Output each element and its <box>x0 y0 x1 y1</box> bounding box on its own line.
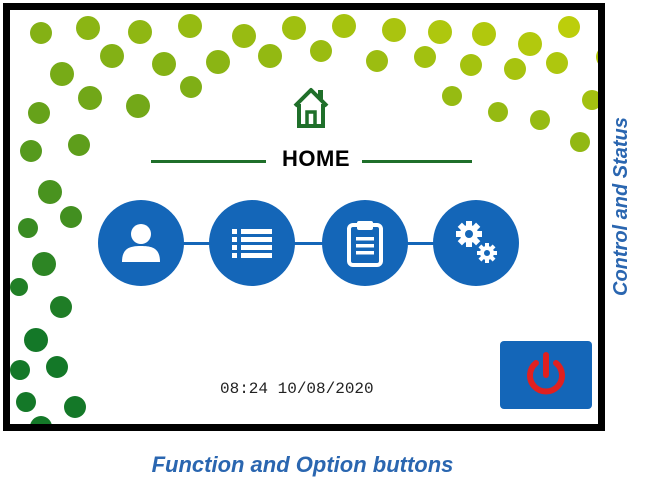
decorative-dot <box>128 20 152 44</box>
decorative-dot <box>282 16 306 40</box>
decorative-dot <box>518 32 542 56</box>
decorative-dot <box>332 14 356 38</box>
gears-icon <box>456 221 497 263</box>
decorative-dot <box>414 46 436 68</box>
decorative-dot <box>570 132 590 152</box>
home-icon <box>293 88 329 128</box>
list-icon <box>232 229 272 258</box>
decorative-dot <box>30 22 52 44</box>
page-title: HOME <box>282 146 350 171</box>
decorative-dot <box>530 110 550 130</box>
list-button[interactable] <box>209 200 295 286</box>
decorative-dot <box>442 86 462 106</box>
decorative-dot <box>258 44 282 68</box>
decorative-dot <box>558 16 580 38</box>
user-icon <box>122 224 160 262</box>
clipboard-button[interactable] <box>322 200 408 286</box>
decorative-dot <box>382 18 406 42</box>
decorative-dot <box>460 54 482 76</box>
decorative-dot <box>582 90 598 110</box>
decorative-dot <box>50 62 74 86</box>
function-and-option-buttons-label: Function and Option buttons <box>151 452 454 477</box>
decorative-dot <box>366 50 388 72</box>
decorative-dot <box>10 278 28 296</box>
decorative-dot <box>546 52 568 74</box>
decorative-dot <box>178 14 202 38</box>
decorative-dot <box>64 396 86 418</box>
power-icon <box>527 352 565 395</box>
decorative-dot <box>18 218 38 238</box>
decorative-dot <box>16 392 36 412</box>
decorative-dot <box>60 206 82 228</box>
decorative-dot <box>180 76 202 98</box>
decorative-dot <box>488 102 508 122</box>
decorative-dot <box>232 24 256 48</box>
title-rule-right <box>362 160 472 163</box>
decorative-dot <box>428 20 452 44</box>
decorative-dot <box>78 86 102 110</box>
decorative-dot <box>472 22 496 46</box>
decorative-dot <box>100 44 124 68</box>
decorative-dot <box>24 328 48 352</box>
clipboard-icon <box>347 221 383 267</box>
decorative-dot <box>596 46 598 68</box>
power-button[interactable] <box>500 341 592 409</box>
title-rule-left <box>151 160 266 163</box>
decorative-dot <box>504 58 526 80</box>
user-button[interactable] <box>98 200 184 286</box>
decorative-dot <box>68 134 90 156</box>
decorative-dot <box>32 252 56 276</box>
control-and-status-label: Control and Status <box>610 117 632 296</box>
decorative-dot <box>28 102 50 124</box>
decorative-dot <box>76 16 100 40</box>
decorative-dot <box>30 416 52 424</box>
settings-button[interactable] <box>433 200 519 286</box>
decorative-dot <box>310 40 332 62</box>
decorative-dot <box>46 356 68 378</box>
decorative-dot <box>10 360 30 380</box>
decorative-dot <box>50 296 72 318</box>
decorative-dot <box>38 180 62 204</box>
hmi-screen: HOME 08:24 10/08/2020 <box>3 3 605 431</box>
decorative-dot <box>20 140 42 162</box>
decorative-dot <box>126 94 150 118</box>
date-time-display: 08:24 10/08/2020 <box>220 380 374 398</box>
decorative-dot <box>206 50 230 74</box>
decorative-dot <box>152 52 176 76</box>
